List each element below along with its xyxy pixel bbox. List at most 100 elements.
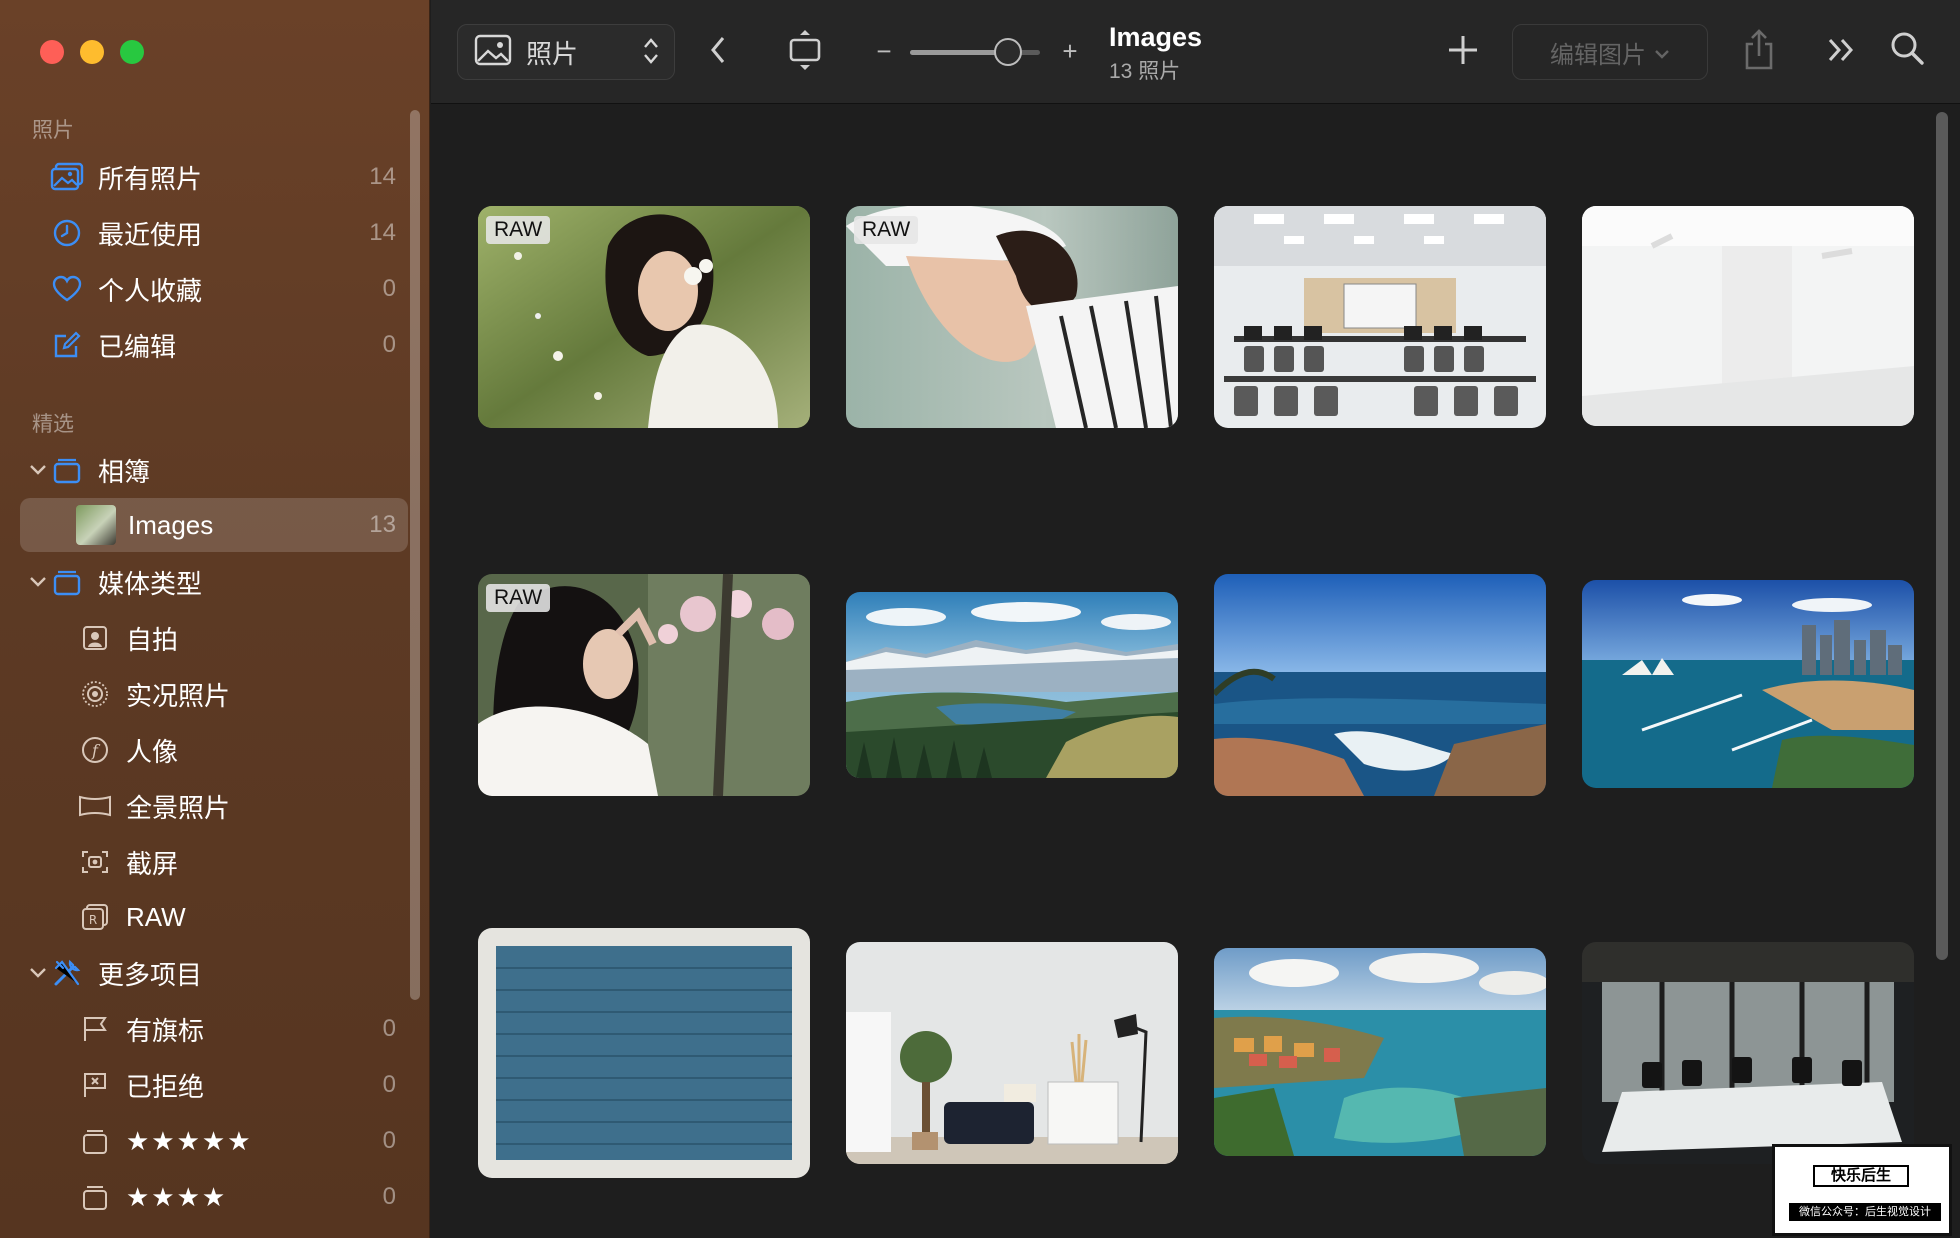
photo-meeting-room-image xyxy=(1582,942,1914,1164)
sidebar-item-flagged[interactable]: 有旗标 0 xyxy=(20,1002,408,1056)
sidebar-item-selfies[interactable]: 自拍 xyxy=(20,611,408,665)
sidebar-item-count: 13 xyxy=(369,511,396,538)
album-icon xyxy=(78,1124,112,1158)
edit-image-button[interactable]: 编辑图片 xyxy=(1512,24,1708,80)
sidebar-item-label: 所有照片 xyxy=(98,163,203,194)
sidebar-item-live-photos[interactable]: 实况照片 xyxy=(20,667,408,721)
sidebar-item-rejected[interactable]: 已拒绝 0 xyxy=(20,1058,408,1112)
svg-text:f: f xyxy=(91,741,101,760)
photo-ocean-coast[interactable] xyxy=(1214,574,1546,796)
album-title-block: Images 13 照片 xyxy=(1109,22,1202,85)
live-photo-icon xyxy=(78,677,112,711)
search-button[interactable] xyxy=(1885,28,1929,72)
sidebar-item-count: 14 xyxy=(369,163,396,190)
photo-living-room[interactable] xyxy=(846,942,1178,1164)
fullscreen-window-button[interactable] xyxy=(120,40,144,64)
photo-living-room-image xyxy=(846,942,1178,1164)
minimize-window-button[interactable] xyxy=(80,40,104,64)
reject-flag-icon xyxy=(78,1068,112,1102)
photo-sydney-harbour[interactable] xyxy=(1582,580,1914,788)
chevron-down-icon xyxy=(1654,38,1670,66)
photo-sydney-harbour-image xyxy=(1582,580,1914,788)
sidebar-item-all-photos[interactable]: 所有照片 14 xyxy=(20,150,408,204)
source-select[interactable]: 照片 xyxy=(457,24,675,80)
edit-square-icon xyxy=(50,328,84,362)
sidebar-item-recents[interactable]: 最近使用 14 xyxy=(20,206,408,260)
sidebar-item-label: 已编辑 xyxy=(98,331,177,362)
tools-icon xyxy=(50,956,84,990)
sidebar-item-edited[interactable]: 已编辑 0 xyxy=(20,318,408,372)
sidebar-item-count: 0 xyxy=(382,1127,396,1154)
sidebar-item-label: 人像 xyxy=(126,736,179,767)
sidebar-item-label: 截屏 xyxy=(126,848,179,879)
photo-girl-in-cap[interactable]: RAW xyxy=(846,206,1178,428)
sidebar-item-label: 相簿 xyxy=(98,456,151,487)
section-header-photos: 照片 xyxy=(32,119,74,142)
album-stack-icon xyxy=(50,453,84,487)
selfie-icon xyxy=(78,621,112,655)
photo-mountain-valley[interactable] xyxy=(846,592,1178,778)
flag-icon xyxy=(78,1012,112,1046)
photo-girl-in-flowers[interactable]: RAW xyxy=(478,206,810,428)
chevron-down-icon[interactable] xyxy=(28,572,48,592)
photo-white-room-image xyxy=(1582,206,1914,426)
clock-icon xyxy=(50,216,84,250)
raw-badge: RAW xyxy=(486,216,551,244)
raw-badge: RAW xyxy=(854,216,919,244)
raw-file-icon: R xyxy=(78,900,112,934)
sidebar-item-favorites[interactable]: 个人收藏 0 xyxy=(20,262,408,316)
sidebar-item-raw[interactable]: R RAW xyxy=(20,890,408,944)
share-button[interactable] xyxy=(1737,26,1781,76)
watermark-stamp: 快乐后生 微信公众号：后生视觉设计 xyxy=(1772,1144,1952,1236)
photo-coastal-village[interactable] xyxy=(1214,948,1546,1156)
sidebar-group-media-types[interactable]: 媒体类型 xyxy=(20,555,408,609)
page-title: Images xyxy=(1109,22,1203,52)
add-button[interactable] xyxy=(1441,30,1485,74)
album-thumbnail xyxy=(76,505,116,545)
sidebar-item-label: 已拒绝 xyxy=(126,1071,205,1102)
back-button[interactable] xyxy=(696,30,740,74)
photo-girl-with-blossoms[interactable]: RAW xyxy=(478,574,810,796)
chevron-double-right-icon xyxy=(1826,37,1856,68)
sidebar-item-label: Images xyxy=(128,509,214,540)
sidebar-item-images-album[interactable]: Images 13 xyxy=(20,498,408,552)
sidebar-group-albums[interactable]: 相簿 xyxy=(20,443,408,497)
sidebar-item-four-stars[interactable]: ★★★★ 0 xyxy=(20,1170,408,1224)
photo-ocean-coast-image xyxy=(1214,574,1546,796)
zoom-out-button[interactable]: − xyxy=(871,36,897,66)
sidebar-item-label: 实况照片 xyxy=(126,680,231,711)
zoom-slider-knob[interactable] xyxy=(993,38,1022,66)
sidebar-item-count: 14 xyxy=(369,219,396,246)
photo-meeting-room[interactable] xyxy=(1582,942,1914,1164)
search-icon xyxy=(1889,30,1925,71)
photo-blue-brick-wall[interactable] xyxy=(478,928,810,1178)
chevron-down-icon[interactable] xyxy=(28,963,48,983)
photo-white-room[interactable] xyxy=(1582,206,1914,426)
watermark-line-1: 快乐后生 xyxy=(1813,1165,1909,1187)
photo-computer-classroom[interactable] xyxy=(1214,206,1546,428)
sidebar-item-count: 0 xyxy=(382,275,396,302)
grid-scrollbar[interactable] xyxy=(1936,112,1948,960)
sidebar-group-more-items[interactable]: 更多项目 xyxy=(20,946,408,1000)
chevron-down-icon[interactable] xyxy=(28,460,48,480)
sidebar-item-five-stars[interactable]: ★★★★★ 0 xyxy=(20,1114,408,1168)
portrait-aperture-icon: f xyxy=(78,733,112,767)
sidebar-scrollbar[interactable] xyxy=(410,110,420,1000)
sidebar-item-label: 媒体类型 xyxy=(98,568,203,599)
window-controls xyxy=(40,40,144,64)
close-window-button[interactable] xyxy=(40,40,64,64)
zoom-in-button[interactable]: + xyxy=(1057,36,1083,66)
album-icon xyxy=(78,1180,112,1214)
slideshow-fit-button[interactable] xyxy=(781,28,829,76)
sidebar-item-screenshots[interactable]: 截屏 xyxy=(20,835,408,889)
sidebar-item-label: 自拍 xyxy=(126,624,179,655)
album-stack-icon xyxy=(50,565,84,599)
panorama-icon xyxy=(78,789,112,823)
heart-icon xyxy=(50,272,84,306)
svg-text:R: R xyxy=(89,913,97,927)
sidebar-item-portrait[interactable]: f 人像 xyxy=(20,723,408,777)
share-icon xyxy=(1743,28,1775,75)
more-toolbar-button[interactable] xyxy=(1819,32,1863,72)
plus-icon xyxy=(1447,34,1479,71)
sidebar-item-panoramas[interactable]: 全景照片 xyxy=(20,779,408,833)
